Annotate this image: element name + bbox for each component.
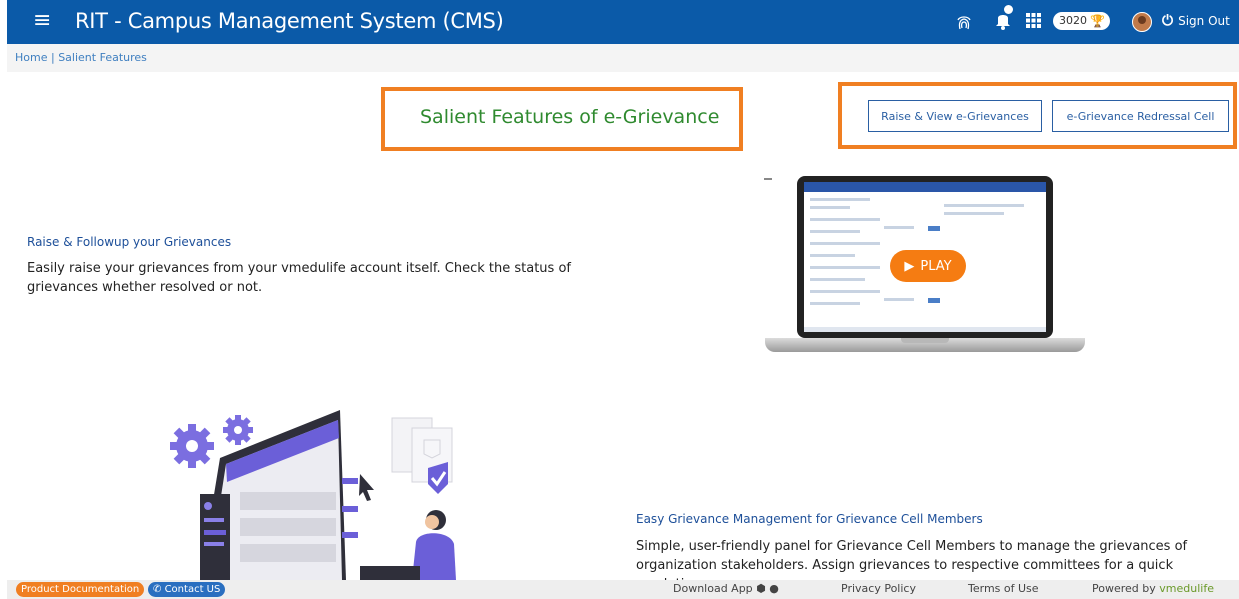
contact-us-label: Contact US xyxy=(164,584,221,595)
contact-us-button[interactable]: ✆ Contact US xyxy=(148,582,226,597)
play-video-button[interactable]: ▶ PLAY xyxy=(890,250,966,282)
grievance-management-illustration xyxy=(160,398,480,580)
feature-text-management: Simple, user-friendly panel for Grievanc… xyxy=(636,539,1188,580)
page-title: Salient Features of e-Grievance xyxy=(420,106,720,128)
breadcrumb-separator: | xyxy=(50,51,55,64)
download-app-label: Download App xyxy=(673,582,753,595)
download-app-link[interactable]: Download App ⬢ ● xyxy=(673,582,779,595)
points-badge[interactable]: 3020 🏆 xyxy=(1053,12,1110,30)
product-documentation-button[interactable]: Product Documentation xyxy=(16,582,145,597)
brand-name[interactable]: vmedulife xyxy=(1159,582,1214,595)
avatar[interactable] xyxy=(1132,12,1152,32)
apple-icon: ● xyxy=(769,582,779,595)
android-icon: ⬢ xyxy=(756,582,766,595)
phone-icon: ✆ xyxy=(153,584,162,595)
points-value: 3020 xyxy=(1059,14,1087,27)
notification-badge xyxy=(1003,4,1014,15)
app-title: RIT - Campus Management System (CMS) xyxy=(75,9,504,33)
breadcrumb: Home | Salient Features xyxy=(7,44,1239,72)
trophy-icon: 🏆 xyxy=(1090,14,1105,28)
grievance-redressal-cell-button[interactable]: e-Grievance Redressal Cell xyxy=(1052,100,1229,132)
footer: Product Documentation ✆ Contact US Downl… xyxy=(7,580,1239,599)
sign-out-button[interactable]: ⏻ Sign Out xyxy=(1162,13,1230,29)
menu-icon[interactable]: ≡ xyxy=(33,10,51,32)
feature-heading-management: Easy Grievance Management for Grievance … xyxy=(636,512,983,526)
powered-by-label: Powered by xyxy=(1092,582,1156,595)
terms-of-use-link[interactable]: Terms of Use xyxy=(968,582,1039,595)
play-label: PLAY xyxy=(920,258,952,274)
sign-out-label: Sign Out xyxy=(1178,14,1230,28)
fingerprint-icon[interactable] xyxy=(957,14,971,34)
breadcrumb-home[interactable]: Home xyxy=(15,51,47,64)
feature-text-raise: Easily raise your grievances from your v… xyxy=(27,261,571,295)
powered-by: Powered by vmedulife xyxy=(1092,582,1214,595)
power-icon: ⏻ xyxy=(1162,13,1174,29)
raise-view-grievances-button[interactable]: Raise & View e-Grievances xyxy=(868,100,1042,132)
feature-heading-raise: Raise & Followup your Grievances xyxy=(27,235,232,249)
top-navbar: ≡ RIT - Campus Management System (CMS) 3… xyxy=(7,0,1239,44)
apps-grid-icon[interactable] xyxy=(1026,13,1041,31)
breadcrumb-current: Salient Features xyxy=(58,51,147,64)
play-icon: ▶ xyxy=(904,258,915,274)
privacy-policy-link[interactable]: Privacy Policy xyxy=(841,582,916,595)
